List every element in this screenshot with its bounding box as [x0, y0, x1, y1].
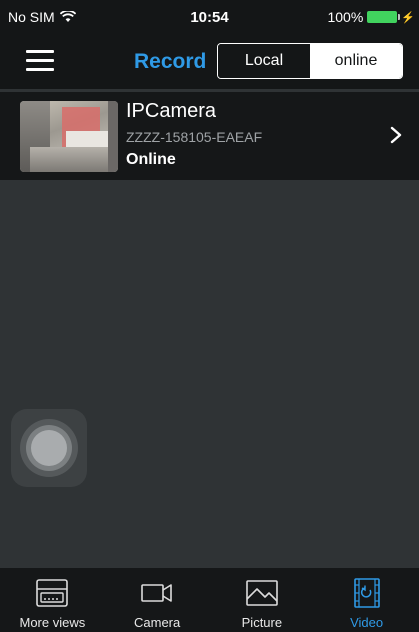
source-segmented-control: Local online	[217, 43, 403, 79]
status-right: 100% ⚡	[327, 9, 415, 25]
status-bar: No SIM 10:54 100% ⚡	[0, 0, 419, 34]
picture-icon	[246, 580, 278, 606]
charging-icon: ⚡	[401, 11, 415, 24]
tab-label-more-views: More views	[19, 615, 86, 630]
tab-video[interactable]: Video	[314, 568, 419, 632]
nav-bar: Record Local online	[0, 34, 419, 89]
tab-label-camera: Camera	[134, 615, 181, 630]
camera-list-item[interactable]: IPCamera ZZZZ-158105-EAEAF Online	[0, 92, 419, 180]
screen: No SIM 10:54 100% ⚡ Record Local online	[0, 0, 419, 632]
page-title: Record	[134, 50, 207, 73]
video-icon	[353, 578, 380, 608]
tab-camera[interactable]: Camera	[105, 568, 210, 632]
battery-percent: 100%	[327, 9, 364, 25]
camera-status: Online	[126, 151, 176, 168]
camera-thumbnail	[20, 101, 118, 172]
tab-bar: More views Camera Picture Video	[0, 568, 419, 632]
chevron-right-icon	[390, 126, 402, 144]
segment-local[interactable]: Local	[218, 44, 310, 78]
tab-label-picture: Picture	[241, 615, 283, 630]
tab-picture[interactable]: Picture	[210, 568, 315, 632]
tab-more-views[interactable]: More views	[0, 568, 105, 632]
battery-icon	[367, 11, 401, 23]
camera-id: ZZZZ-158105-EAEAF	[126, 129, 263, 145]
camera-icon	[141, 584, 172, 602]
hamburger-menu-icon[interactable]	[26, 50, 54, 72]
assistive-touch-button[interactable]	[11, 409, 87, 487]
segment-online[interactable]: online	[310, 44, 402, 78]
camera-name: IPCamera	[126, 100, 217, 122]
multi-view-icon	[36, 579, 69, 607]
tab-label-video: Video	[350, 615, 384, 630]
